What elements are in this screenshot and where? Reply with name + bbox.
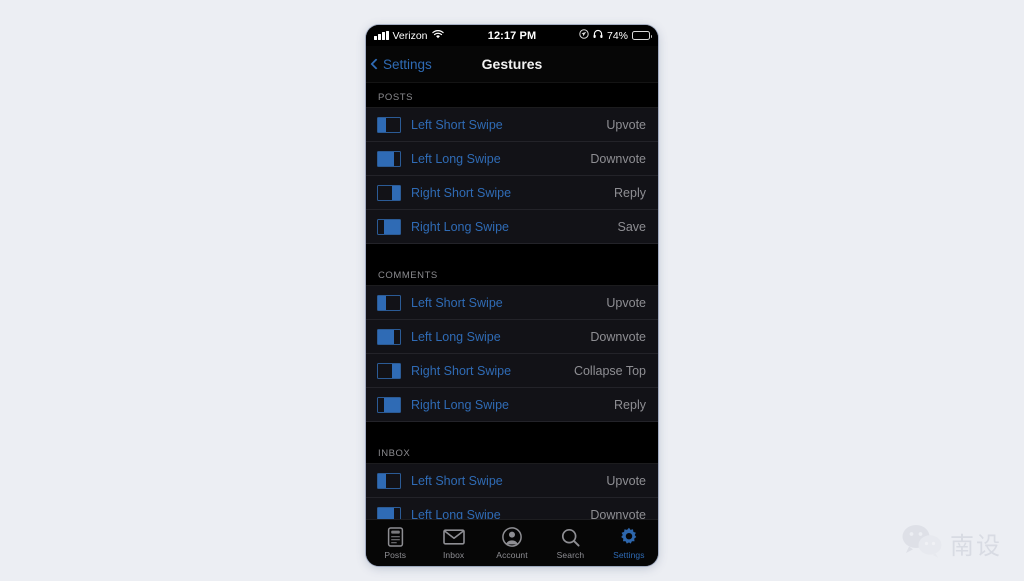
gesture-row[interactable]: Right Short Swipe Collapse Top <box>366 354 658 388</box>
section-body: Left Short Swipe Upvote Left Long Swipe Dow… <box>366 285 658 422</box>
gesture-row[interactable]: Left Short Swipe Upvote <box>366 286 658 320</box>
gesture-row-value: Upvote <box>606 473 646 488</box>
gesture-row[interactable]: Left Long Swipe Downvote <box>366 320 658 354</box>
tab-search[interactable]: Search <box>541 520 599 566</box>
left-short-swipe-icon <box>377 116 401 133</box>
posts-icon <box>387 527 404 548</box>
gesture-row-label: Right Long Swipe <box>411 219 509 234</box>
back-button-label: Settings <box>383 56 432 72</box>
tab-account[interactable]: Account <box>483 520 541 566</box>
watermark: 南设 <box>901 524 1002 563</box>
carrier-label: Verizon <box>392 29 428 42</box>
gesture-row-label: Right Short Swipe <box>411 185 512 200</box>
gesture-row[interactable]: Left Long Swipe Downvote <box>366 142 658 176</box>
watermark-text: 南设 <box>950 532 1002 560</box>
gesture-row-label: Right Short Swipe <box>411 363 512 378</box>
section-header: POSTS <box>366 83 658 107</box>
tab-label: Account <box>496 549 528 560</box>
gesture-row-label: Left Long Swipe <box>411 329 501 344</box>
left-short-swipe-icon <box>377 294 401 311</box>
gesture-row[interactable]: Right Short Swipe Reply <box>366 176 658 210</box>
gesture-row-label: Left Short Swipe <box>411 117 503 132</box>
gesture-row-value: Downvote <box>590 507 646 520</box>
battery-icon <box>632 31 652 40</box>
right-long-swipe-icon <box>377 396 401 413</box>
gesture-row-value: Reply <box>614 185 646 200</box>
gesture-row-value: Downvote <box>590 329 646 344</box>
gesture-row-label: Left Long Swipe <box>411 507 501 520</box>
gesture-row-value: Save <box>617 219 647 234</box>
screenshot-canvas: Verizon 12:17 PM 74% Settings Gestures P… <box>0 0 1024 581</box>
right-short-swipe-icon <box>377 362 401 379</box>
gesture-row-value: Upvote <box>606 117 646 132</box>
tab-bar[interactable]: Posts Inbox Account Search Settings <box>366 519 658 566</box>
section-gap <box>366 422 658 439</box>
gesture-row-value: Downvote <box>590 151 646 166</box>
gesture-row-label: Left Long Swipe <box>411 151 501 166</box>
wechat-logo-icon <box>901 524 943 563</box>
headphones-icon <box>593 29 603 42</box>
status-bar-left: Verizon <box>374 30 444 42</box>
search-icon <box>561 527 580 548</box>
signal-bars-icon <box>374 31 389 40</box>
gesture-row[interactable]: Left Short Swipe Upvote <box>366 464 658 498</box>
section-header: COMMENTS <box>366 261 658 285</box>
left-long-swipe-icon <box>377 150 401 167</box>
tab-inbox[interactable]: Inbox <box>424 520 482 566</box>
gesture-row-label: Left Short Swipe <box>411 295 503 310</box>
tab-settings[interactable]: Settings <box>600 520 658 566</box>
settings-list[interactable]: POSTS Left Short Swipe Upvote Left Long Swi… <box>366 83 658 519</box>
gesture-row-value: Collapse Top <box>573 363 646 378</box>
envelope-icon <box>442 527 465 548</box>
section-header: INBOX <box>366 439 658 463</box>
section-gap <box>366 244 658 261</box>
section-body: Left Short Swipe Upvote Left Long Swipe Dow… <box>366 107 658 244</box>
tab-label: Posts <box>384 549 407 560</box>
back-button[interactable]: Settings <box>366 57 432 72</box>
location-arrow-icon <box>579 29 589 42</box>
left-long-swipe-icon <box>377 506 401 519</box>
tab-label: Inbox <box>442 549 465 560</box>
status-bar: Verizon 12:17 PM 74% <box>366 25 658 46</box>
phone-frame: Verizon 12:17 PM 74% Settings Gestures P… <box>366 25 658 566</box>
account-icon <box>502 527 522 548</box>
left-long-swipe-icon <box>377 328 401 345</box>
tab-label: Search <box>556 549 585 560</box>
navigation-bar: Settings Gestures <box>366 46 658 83</box>
gesture-row[interactable]: Left Long Swipe Downvote <box>366 498 658 519</box>
gesture-row[interactable]: Left Short Swipe Upvote <box>366 108 658 142</box>
gesture-row-value: Reply <box>614 397 646 412</box>
gesture-row-label: Left Short Swipe <box>411 473 503 488</box>
wifi-icon <box>431 29 444 42</box>
gesture-row-value: Upvote <box>606 295 646 310</box>
gesture-row[interactable]: Right Long Swipe Reply <box>366 388 658 422</box>
gear-icon <box>619 527 639 548</box>
section-body: Left Short Swipe Upvote Left Long Swipe Dow… <box>366 463 658 519</box>
tab-posts[interactable]: Posts <box>366 520 424 566</box>
gesture-row[interactable]: Right Long Swipe Save <box>366 210 658 244</box>
right-short-swipe-icon <box>377 184 401 201</box>
left-short-swipe-icon <box>377 472 401 489</box>
right-long-swipe-icon <box>377 218 401 235</box>
chevron-left-icon <box>370 58 382 70</box>
tab-label: Settings <box>613 549 645 560</box>
status-bar-right: 74% <box>579 29 652 42</box>
battery-percent-label: 74% <box>606 29 628 42</box>
gesture-row-label: Right Long Swipe <box>411 397 509 412</box>
